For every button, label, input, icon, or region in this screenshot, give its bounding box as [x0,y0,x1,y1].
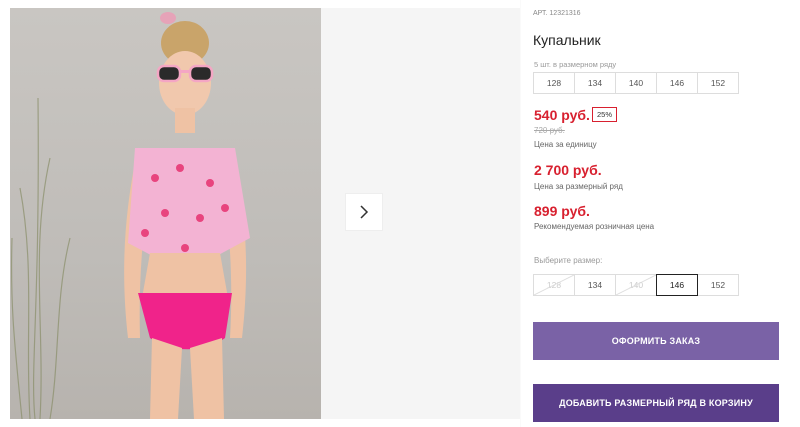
size-option-label: 146 [669,280,685,290]
product-title: Купальник [533,32,601,48]
unit-price: 540 руб. [534,107,590,123]
product-photo[interactable] [10,8,321,419]
size-row-item: 146 [656,72,698,94]
order-button[interactable]: ОФОРМИТЬ ЗАКАЗ [533,322,779,360]
size-option-146[interactable]: 146 [656,274,698,296]
strike-through-icon [616,275,656,295]
row-price-note: Цена за размерный ряд [534,182,623,191]
strike-through-icon [534,275,574,295]
size-option-152[interactable]: 152 [697,274,739,296]
product-info: АРТ. 12321316 Купальник 5 шт. в размерно… [533,0,783,427]
row-price: 2 700 руб. [534,162,602,178]
divider [520,0,521,427]
size-row-item: 140 [615,72,657,94]
unit-price-note: Цена за единицу [534,140,597,149]
size-row-item: 134 [574,72,616,94]
size-option-140[interactable]: 140 [615,274,657,296]
choose-size-label: Выберите размер: [534,256,603,265]
size-option-label: 152 [710,280,726,290]
chevron-right-icon [360,205,369,219]
discount-badge: 25% [592,107,618,122]
size-row-label: 5 шт. в размерном ряду [534,60,617,69]
size-option-label: 134 [587,280,603,290]
size-option-128[interactable]: 128 [533,274,575,296]
retail-price-note: Рекомендуемая розничная цена [534,222,655,231]
size-option-134[interactable]: 134 [574,274,616,296]
product-gallery [0,0,520,427]
article-number: АРТ. 12321316 [533,10,581,17]
add-row-to-cart-button[interactable]: ДОБАВИТЬ РАЗМЕРНЫЙ РЯД В КОРЗИНУ [533,384,779,422]
size-selector: 128 134 140 146 152 [533,274,739,296]
gallery-next-button[interactable] [345,193,383,231]
size-row: 128 134 140 146 152 [533,72,739,94]
size-row-item: 152 [697,72,739,94]
size-row-item: 128 [533,72,575,94]
old-price: 720 руб. [534,126,565,135]
retail-price: 899 руб. [534,203,590,219]
